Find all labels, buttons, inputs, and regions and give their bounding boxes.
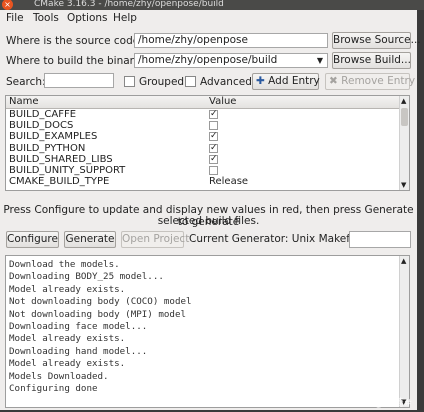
output-line: Configuring done xyxy=(9,383,98,394)
add-entry-button[interactable]: ✚ Add Entry xyxy=(252,73,320,90)
remove-icon: ✖ xyxy=(329,75,338,87)
column-name-header[interactable]: Name xyxy=(9,96,39,108)
output-line: Model already exists. xyxy=(9,333,126,345)
output-line: Model already exists. xyxy=(9,283,126,295)
grouped-label: Grouped xyxy=(139,76,185,88)
row-name: BUILD_EXAMPLES xyxy=(9,131,98,143)
menu-file[interactable]: File xyxy=(6,12,24,24)
row-value-checkbox[interactable]: ✓ xyxy=(209,110,218,119)
source-path-input[interactable]: /home/zhy/openpose xyxy=(134,33,328,48)
row-value-checkbox[interactable]: ✓ xyxy=(209,143,218,153)
close-icon[interactable]: × xyxy=(2,0,13,10)
browse-source-button[interactable]: Browse Source... xyxy=(332,32,421,49)
table-row[interactable]: BUILD_CAFFE ✓ xyxy=(6,109,402,120)
output-line: Model already exists. xyxy=(9,358,126,370)
chevron-down-icon[interactable]: ▼ xyxy=(317,54,323,67)
scroll-up-icon[interactable]: ▲ xyxy=(401,97,406,105)
table-row[interactable]: BUILD_EXAMPLES ✓ xyxy=(6,131,402,142)
row-name: BUILD_PYTHON xyxy=(9,142,86,154)
scrollbar-thumb[interactable] xyxy=(401,108,408,126)
row-name: BUILD_DOCS xyxy=(9,120,74,132)
row-value[interactable]: Release xyxy=(209,176,248,187)
grouped-checkbox[interactable] xyxy=(124,76,135,87)
table-header: Name Value xyxy=(6,96,402,109)
table-row[interactable]: BUILD_UNITY_SUPPORT xyxy=(6,165,402,176)
generate-button[interactable]: Generate xyxy=(64,231,116,248)
row-value-checkbox[interactable]: ✓ xyxy=(209,154,218,164)
output-scrollbar[interactable]: ▲ ▼ xyxy=(399,256,409,407)
help-text-line2: selected build files. xyxy=(157,215,260,227)
output-line: Not downloading body (MPI) model xyxy=(9,308,187,320)
table-row[interactable]: BUILD_DOCS xyxy=(6,120,402,131)
row-value-checkbox[interactable] xyxy=(209,166,218,175)
row-name: BUILD_UNITY_SUPPORT xyxy=(9,165,126,176)
cache-table: Name Value BUILD_CAFFE ✓ BUILD_DOCS BUILD_E… xyxy=(5,95,410,191)
watermark: CSDN @阿琦# xyxy=(341,398,412,409)
advanced-checkbox[interactable] xyxy=(185,76,196,87)
remove-entry-label: Remove Entry xyxy=(341,75,416,87)
output-line: Download the models. xyxy=(9,259,120,270)
title-bar: × CMake 3.16.3 - /home/zhy/openpose/buil… xyxy=(0,0,424,10)
row-name: BUILD_SHARED_LIBS xyxy=(9,153,113,165)
source-label: Where is the source code: xyxy=(6,35,143,47)
remove-entry-button[interactable]: ✖ Remove Entry xyxy=(325,73,415,90)
search-label: Search: xyxy=(6,76,46,88)
menu-bar: File Tools Options Help xyxy=(0,10,417,26)
output-line: Downloading face model... xyxy=(9,321,148,332)
table-row[interactable]: BUILD_PYTHON ✓ xyxy=(6,143,402,154)
output-line: Downloading BODY_25 model... xyxy=(9,271,164,283)
binaries-label: Where to build the binaries: xyxy=(6,55,153,67)
build-path-combo[interactable]: /home/zhy/openpose/build ▼ xyxy=(134,53,328,68)
add-entry-label: Add Entry xyxy=(268,75,320,87)
configure-button[interactable]: Configure xyxy=(6,231,59,248)
build-path-value: /home/zhy/openpose/build xyxy=(138,54,278,66)
plus-icon: ✚ xyxy=(256,75,265,87)
open-project-button[interactable]: Open Project xyxy=(121,231,189,248)
current-generator-label: Current Generator: Unix Makefiles xyxy=(189,233,368,245)
output-line: Models Downloaded. xyxy=(9,370,109,382)
menu-help[interactable]: Help xyxy=(113,12,137,24)
scroll-down-icon[interactable]: ▼ xyxy=(401,181,406,189)
window-title: CMake 3.16.3 - /home/zhy/openpose/build xyxy=(34,0,224,9)
cmake-window: File Tools Options Help Where is the sou… xyxy=(0,10,421,410)
table-row[interactable]: BUILD_SHARED_LIBS ✓ xyxy=(6,154,402,165)
scroll-up-icon[interactable]: ▲ xyxy=(401,257,406,265)
menu-options[interactable]: Options xyxy=(67,12,108,24)
column-value-header[interactable]: Value xyxy=(209,96,236,108)
table-row[interactable]: CMAKE_BUILD_TYPE Release xyxy=(6,176,402,187)
search-input[interactable] xyxy=(44,73,114,88)
menu-tools[interactable]: Tools xyxy=(33,12,59,24)
generator-field[interactable] xyxy=(349,231,411,248)
row-name: CMAKE_BUILD_TYPE xyxy=(9,176,110,188)
output-line: Downloading hand model... xyxy=(9,345,148,357)
row-name: BUILD_CAFFE xyxy=(9,109,77,120)
table-scrollbar[interactable]: ▲ ▼ xyxy=(399,96,409,190)
output-line: Not downloading body (COCO) model xyxy=(9,296,192,308)
advanced-label: Advanced xyxy=(200,76,252,88)
browse-build-button[interactable]: Browse Build... xyxy=(332,52,411,69)
row-value-checkbox[interactable]: ✓ xyxy=(209,132,218,142)
output-log[interactable]: Download the models. Downloading BODY_25 … xyxy=(5,255,410,408)
row-value-checkbox[interactable] xyxy=(209,121,218,131)
